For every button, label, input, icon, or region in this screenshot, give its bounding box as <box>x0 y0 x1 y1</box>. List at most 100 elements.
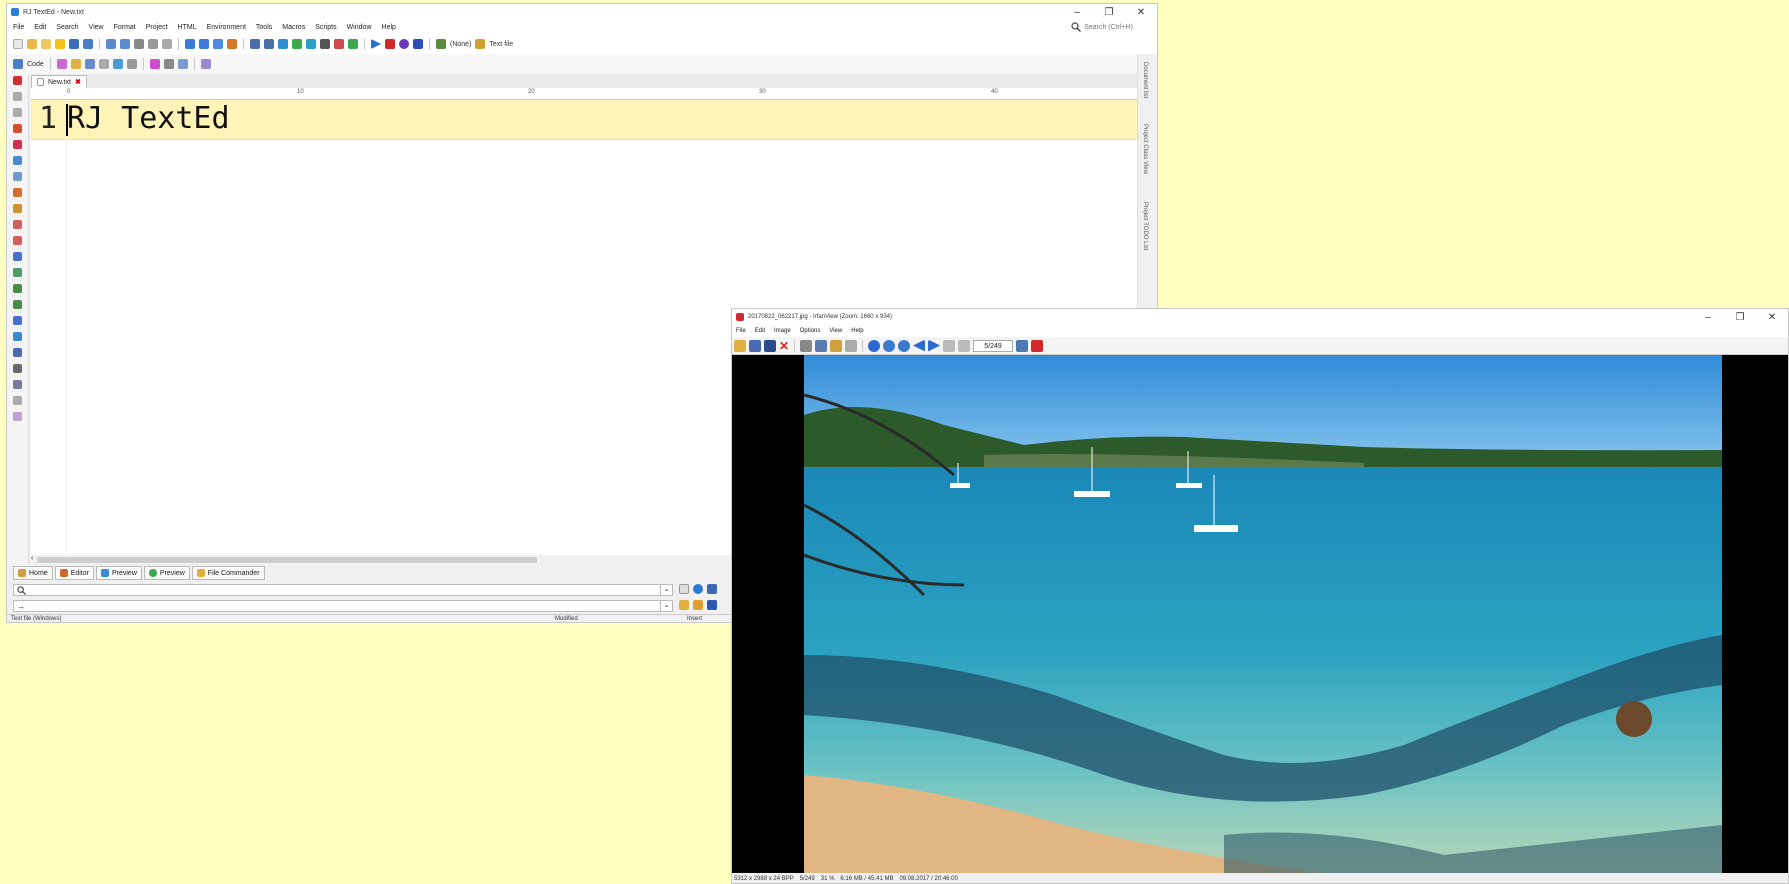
iv-menu-image[interactable]: Image <box>774 328 791 334</box>
highlighter-icon[interactable] <box>436 39 446 49</box>
iv-menu-options[interactable]: Options <box>800 328 821 334</box>
side-tab-class-view[interactable]: Project Class View <box>1142 124 1148 174</box>
menu-scripts[interactable]: Scripts <box>315 24 336 31</box>
menu-macros[interactable]: Macros <box>282 24 305 31</box>
sidebar-tool-icon[interactable] <box>13 204 22 213</box>
sidebar-tool-icon[interactable] <box>13 188 22 197</box>
extra-icon[interactable] <box>200 59 211 69</box>
sum-icon[interactable] <box>320 39 330 49</box>
sidebar-tool-icon[interactable] <box>13 348 22 357</box>
bottom-tab-preview-chrome[interactable]: Preview <box>143 566 190 580</box>
file-type-label[interactable]: Text file <box>489 41 513 48</box>
snippet-icon[interactable] <box>70 59 81 69</box>
indent-icon[interactable] <box>250 39 260 49</box>
menu-format[interactable]: Format <box>114 24 136 31</box>
menu-edit[interactable]: Edit <box>34 24 46 31</box>
recycle-icon[interactable] <box>348 39 358 49</box>
menu-tools[interactable]: Tools <box>256 24 272 31</box>
code-line[interactable]: RJ TextEd <box>67 101 230 136</box>
sidebar-tool-icon[interactable] <box>13 300 22 309</box>
sidebar-tool-icon[interactable] <box>13 364 22 373</box>
restore-icon[interactable]: ❐ <box>1093 4 1125 20</box>
minimize-icon[interactable]: – <box>1061 4 1093 20</box>
outdent-icon[interactable] <box>264 39 274 49</box>
menu-file[interactable]: File <box>13 24 24 31</box>
code-icon[interactable] <box>13 59 23 69</box>
menu-view[interactable]: View <box>89 24 104 31</box>
iv-menu-edit[interactable]: Edit <box>755 328 765 334</box>
scroll-left-icon[interactable]: ‹ <box>31 555 33 562</box>
back-arrow-icon[interactable] <box>185 39 195 49</box>
globe-icon[interactable] <box>278 39 288 49</box>
sidebar-tool-icon[interactable] <box>13 332 22 341</box>
sidebar-tool-icon[interactable] <box>13 172 22 181</box>
highlighter-none-label[interactable]: (None) <box>450 41 471 48</box>
folder-icon[interactable] <box>679 600 689 610</box>
copy-icon[interactable] <box>148 39 158 49</box>
settings-icon[interactable] <box>1016 339 1029 352</box>
macro-icon[interactable] <box>399 39 409 49</box>
iv-menu-help[interactable]: Help <box>851 328 863 334</box>
undo-icon[interactable] <box>845 339 858 352</box>
paste-icon[interactable] <box>830 339 843 352</box>
menu-search[interactable]: Search <box>56 24 78 31</box>
sidebar-tool-icon[interactable] <box>13 108 22 117</box>
check-icon[interactable] <box>292 39 302 49</box>
minimize-icon[interactable]: – <box>1692 309 1724 325</box>
thumbnails-icon[interactable] <box>749 339 761 352</box>
copy-icon[interactable] <box>815 339 828 352</box>
undo-icon[interactable] <box>106 39 116 49</box>
find-icon[interactable] <box>213 39 223 49</box>
restore-icon[interactable]: ❐ <box>1724 309 1756 325</box>
scrollbar-thumb[interactable] <box>37 557 537 563</box>
sync-icon[interactable] <box>306 39 316 49</box>
open-recent-icon[interactable] <box>41 39 51 49</box>
run-command-input[interactable]: → ⌄ <box>13 600 673 612</box>
sidebar-tool-icon[interactable] <box>13 92 22 101</box>
chevron-down-icon[interactable]: ⌄ <box>660 585 672 595</box>
open-folder-icon[interactable] <box>27 39 37 49</box>
sidebar-close-icon[interactable] <box>13 76 22 85</box>
bottom-tab-file-commander[interactable]: File Commander <box>191 566 265 580</box>
sidebar-tool-icon[interactable] <box>13 316 22 325</box>
search-command-input[interactable]: ⌄ <box>13 584 673 596</box>
file-type-icon[interactable] <box>475 39 486 49</box>
close-icon[interactable]: ✕ <box>1756 309 1788 325</box>
menu-help[interactable]: Help <box>382 24 396 31</box>
folder-open-icon[interactable] <box>693 600 703 610</box>
forward-arrow-icon[interactable] <box>199 39 209 49</box>
save-all-icon[interactable] <box>83 39 93 49</box>
zoom-in-icon[interactable] <box>883 339 896 352</box>
menu-html[interactable]: HTML <box>178 24 197 31</box>
sidebar-tool-icon[interactable] <box>13 236 22 245</box>
delete-icon[interactable]: ✕ <box>779 339 789 353</box>
next-icon[interactable] <box>928 339 941 352</box>
favorites-icon[interactable] <box>55 39 65 49</box>
iv-menu-view[interactable]: View <box>829 328 842 334</box>
redo-icon[interactable] <box>120 39 130 49</box>
cut-icon[interactable] <box>800 339 813 352</box>
record-icon[interactable] <box>385 39 395 49</box>
sidebar-tool-icon[interactable] <box>13 252 22 261</box>
rj-search-box[interactable]: Search (Ctrl+H) <box>1071 20 1133 34</box>
plugin-icon[interactable] <box>149 59 160 69</box>
wrap-icon[interactable] <box>84 59 95 69</box>
cut-icon[interactable] <box>134 39 144 49</box>
side-tab-todo-list[interactable]: Project TODO List <box>1142 202 1148 250</box>
sidebar-tool-icon[interactable] <box>13 124 22 133</box>
info-icon[interactable] <box>868 339 881 352</box>
tab-close-icon[interactable]: ✖ <box>75 78 81 86</box>
bottom-tab-home[interactable]: Home <box>13 566 53 580</box>
tools-icon[interactable] <box>334 39 344 49</box>
doc-icon[interactable] <box>98 59 109 69</box>
bottom-tab-editor[interactable]: Editor <box>54 566 94 580</box>
bottom-tab-preview[interactable]: Preview <box>95 566 142 580</box>
table-icon[interactable] <box>126 59 137 69</box>
wrench-icon[interactable] <box>707 584 717 594</box>
stop-icon[interactable] <box>413 39 423 49</box>
html-tag-icon[interactable] <box>56 59 67 69</box>
tab-new-txt[interactable]: New.txt ✖ <box>31 75 87 88</box>
sidebar-tool-icon[interactable] <box>13 268 22 277</box>
sidebar-tool-icon[interactable] <box>13 412 22 421</box>
document-icon[interactable] <box>679 584 689 594</box>
